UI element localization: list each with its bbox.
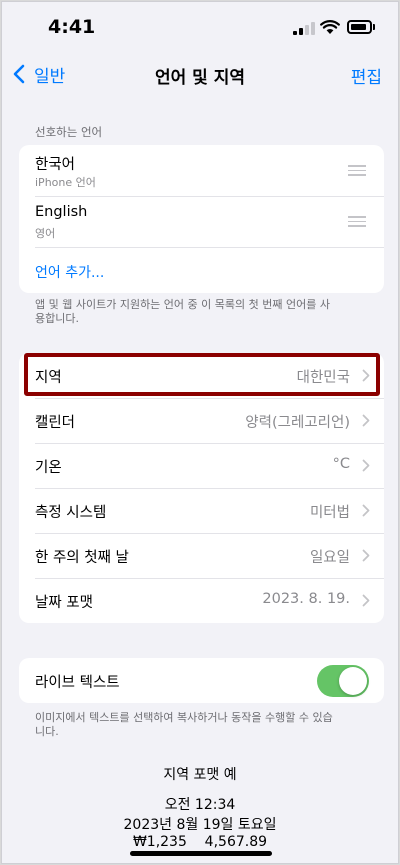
row-label: 기온 [35,460,62,476]
settings-row-temperature[interactable]: 기온 °C [19,443,384,488]
wifi-icon [320,20,340,34]
language-name: 한국어 [35,157,76,173]
status-bar: 4:41 [2,2,398,54]
page-title: 언어 및 지역 [154,68,246,88]
region-settings-list: 지역 대한민국 캘린더 양력(그레고리언) 기온 °C 측정 시스템 미터법 한… [19,353,384,623]
example-numbers: ₩1,235 4,567.89 [132,834,268,850]
chevron-right-icon [362,414,370,427]
example-time: 오전 12:34 [164,797,236,813]
row-value: 대한민국 [296,370,350,386]
row-value: 2023. 8. 19. [262,591,350,607]
reorder-handle-icon[interactable] [348,216,366,228]
chevron-right-icon [362,459,370,472]
cellular-signal-icon [293,22,315,35]
settings-row-date-format[interactable]: 날짜 포맷 2023. 8. 19. [19,578,384,623]
region-format-example-title: 지역 포맷 예 [163,767,237,783]
language-row-korean[interactable]: 한국어 iPhone 언어 [19,145,384,196]
settings-row-calendar[interactable]: 캘린더 양력(그레고리언) [19,398,384,443]
row-label: 지역 [35,370,62,386]
edit-button[interactable]: 편집 [351,63,382,88]
settings-row-region[interactable]: 지역 대한민국 [19,353,384,398]
language-name: English [35,204,88,220]
preferred-languages-list: 한국어 iPhone 언어 English 영어 언어 추가... [19,145,384,293]
settings-row-live-text[interactable]: 라이브 텍스트 [19,658,384,703]
row-label: 날짜 포맷 [35,595,93,611]
row-label: 측정 시스템 [35,505,107,521]
battery-icon [347,20,375,34]
add-language-button[interactable]: 언어 추가... [35,262,104,282]
language-subtitle: 영어 [35,227,56,240]
live-text-group: 라이브 텍스트 [19,658,384,703]
toggle-knob [339,667,367,695]
chevron-right-icon [362,504,370,517]
row-label: 한 주의 첫째 날 [35,550,129,566]
chevron-right-icon [362,549,370,562]
chevron-right-icon [362,369,370,382]
chevron-right-icon [362,594,370,607]
row-value: °C [332,456,350,472]
row-label: 캘린더 [35,415,76,431]
navigation-bar: 일반 언어 및 지역 편집 [2,54,398,94]
row-label: 라이브 텍스트 [35,675,120,691]
settings-row-measurement-system[interactable]: 측정 시스템 미터법 [19,488,384,533]
reorder-handle-icon[interactable] [348,165,366,177]
language-subtitle: iPhone 언어 [35,176,96,189]
preferred-languages-header: 선호하는 언어 [35,125,103,139]
language-row-english[interactable]: English 영어 [19,196,384,247]
row-value: 양력(그레고리언) [245,415,350,431]
row-value: 미터법 [309,505,350,521]
live-text-toggle[interactable] [317,665,369,697]
status-time: 4:41 [48,16,96,38]
preferred-languages-footnote: 앱 및 웹 사이트가 지원하는 언어 중 이 목록의 첫 번째 언어를 사용합니… [35,298,330,325]
live-text-footnote: 이미지에서 텍스트를 선택하여 복사하거나 동작을 수행할 수 있습니다. [35,711,333,738]
home-indicator[interactable] [130,851,272,856]
row-value: 일요일 [309,550,350,566]
add-language-row[interactable]: 언어 추가... [19,247,384,293]
phone-screen: 4:41 일반 언어 및 지역 편집 선호하는 언어 한국어 iPhone 언어… [1,1,399,864]
settings-row-first-day-of-week[interactable]: 한 주의 첫째 날 일요일 [19,533,384,578]
example-date: 2023년 8월 19일 토요일 [123,817,277,833]
